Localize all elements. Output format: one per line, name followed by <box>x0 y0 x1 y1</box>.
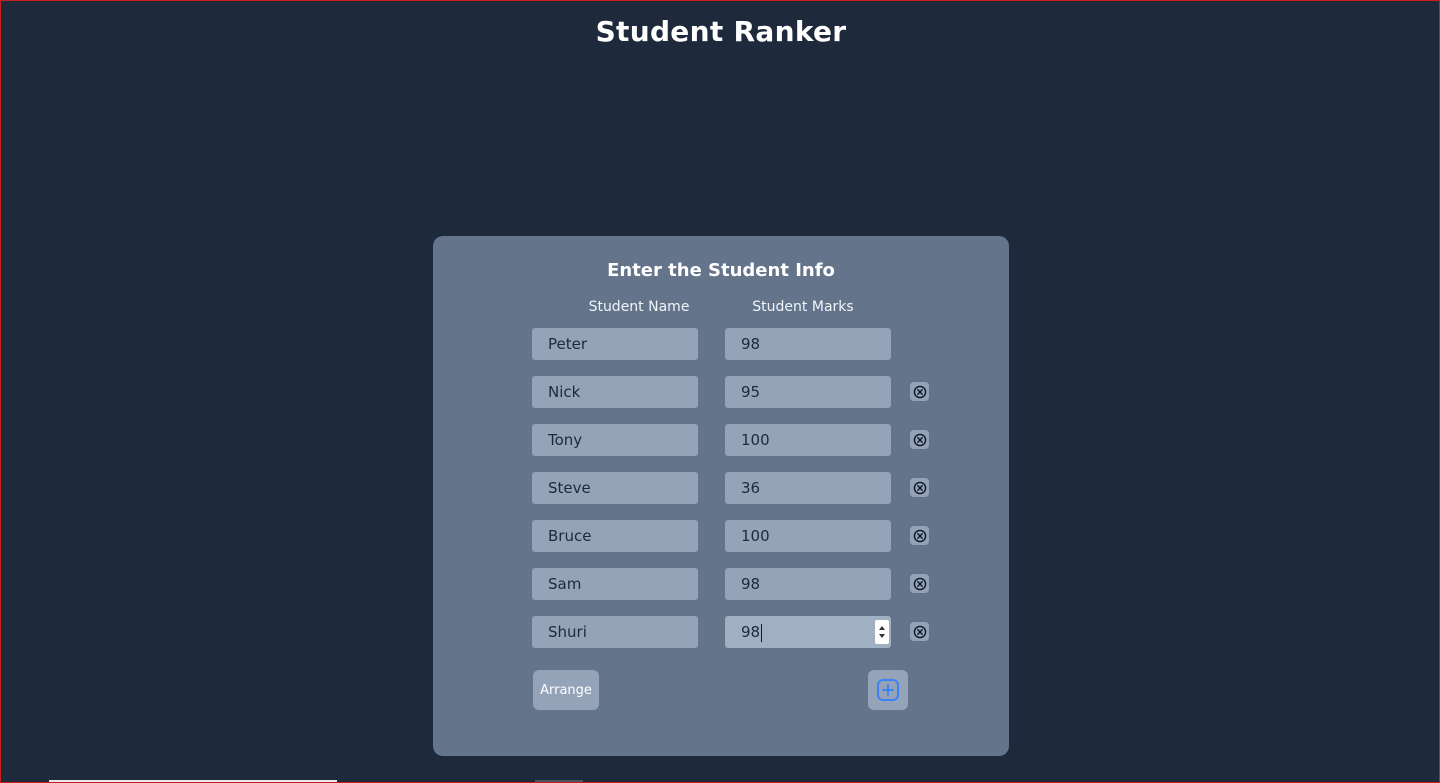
student-marks-input[interactable]: 98 <box>725 328 891 360</box>
student-marks-input[interactable]: 100 <box>725 424 891 456</box>
student-marks-input[interactable]: 100 <box>725 520 891 552</box>
remove-student-button[interactable] <box>910 526 929 545</box>
student-name-input[interactable]: Peter <box>532 328 698 360</box>
student-marks-value: 95 <box>741 383 761 401</box>
circle-x-icon <box>913 481 926 494</box>
number-spinner[interactable] <box>875 620 889 644</box>
remove-student-button[interactable] <box>910 622 929 641</box>
circle-x-icon <box>913 577 926 590</box>
student-row: Peter 98 <box>433 328 1009 360</box>
scrollbar-thumb[interactable] <box>535 780 583 782</box>
student-name-input[interactable]: Sam <box>532 568 698 600</box>
student-marks-input[interactable]: 95 <box>725 376 891 408</box>
square-plus-icon <box>877 679 899 701</box>
horizontal-scrollbar[interactable] <box>49 780 337 782</box>
student-row: Bruce 100 <box>433 520 1009 552</box>
student-name-input[interactable]: Bruce <box>532 520 698 552</box>
student-marks-input[interactable]: 98 <box>725 568 891 600</box>
circle-x-icon <box>913 433 926 446</box>
add-student-button[interactable] <box>868 670 908 710</box>
spin-down-icon[interactable] <box>879 634 885 638</box>
remove-student-button[interactable] <box>910 478 929 497</box>
form-title: Enter the Student Info <box>607 260 835 281</box>
student-marks-input[interactable]: 36 <box>725 472 891 504</box>
student-name-header: Student Name <box>588 299 690 315</box>
student-marks-header: Student Marks <box>752 299 854 315</box>
student-name-input[interactable]: Tony <box>532 424 698 456</box>
student-name-input[interactable]: Shuri <box>532 616 698 648</box>
student-marks-value: 100 <box>741 431 770 449</box>
student-form-card: Enter the Student Info Student Name Stud… <box>433 236 1009 756</box>
circle-x-icon <box>913 529 926 542</box>
remove-student-button[interactable] <box>910 382 929 401</box>
student-marks-value: 36 <box>741 479 761 497</box>
circle-x-icon <box>913 625 926 638</box>
student-row: Nick 95 <box>433 376 1009 408</box>
arrange-button[interactable]: Arrange <box>533 670 599 710</box>
student-marks-input[interactable]: 98 <box>725 616 891 648</box>
remove-student-button[interactable] <box>910 430 929 449</box>
student-row: Shuri 98 <box>433 616 1009 648</box>
text-caret <box>761 623 763 642</box>
page-title: Student Ranker <box>595 15 847 48</box>
student-marks-value: 98 <box>741 575 761 593</box>
student-row: Sam 98 <box>433 568 1009 600</box>
student-name-input[interactable]: Nick <box>532 376 698 408</box>
student-marks-value: 100 <box>741 527 770 545</box>
spin-up-icon[interactable] <box>879 626 885 630</box>
student-name-input[interactable]: Steve <box>532 472 698 504</box>
circle-x-icon <box>913 385 926 398</box>
student-marks-value: 98 <box>741 335 761 353</box>
student-marks-value: 98 <box>741 623 761 641</box>
student-row: Tony 100 <box>433 424 1009 456</box>
student-row: Steve 36 <box>433 472 1009 504</box>
remove-student-button[interactable] <box>910 574 929 593</box>
